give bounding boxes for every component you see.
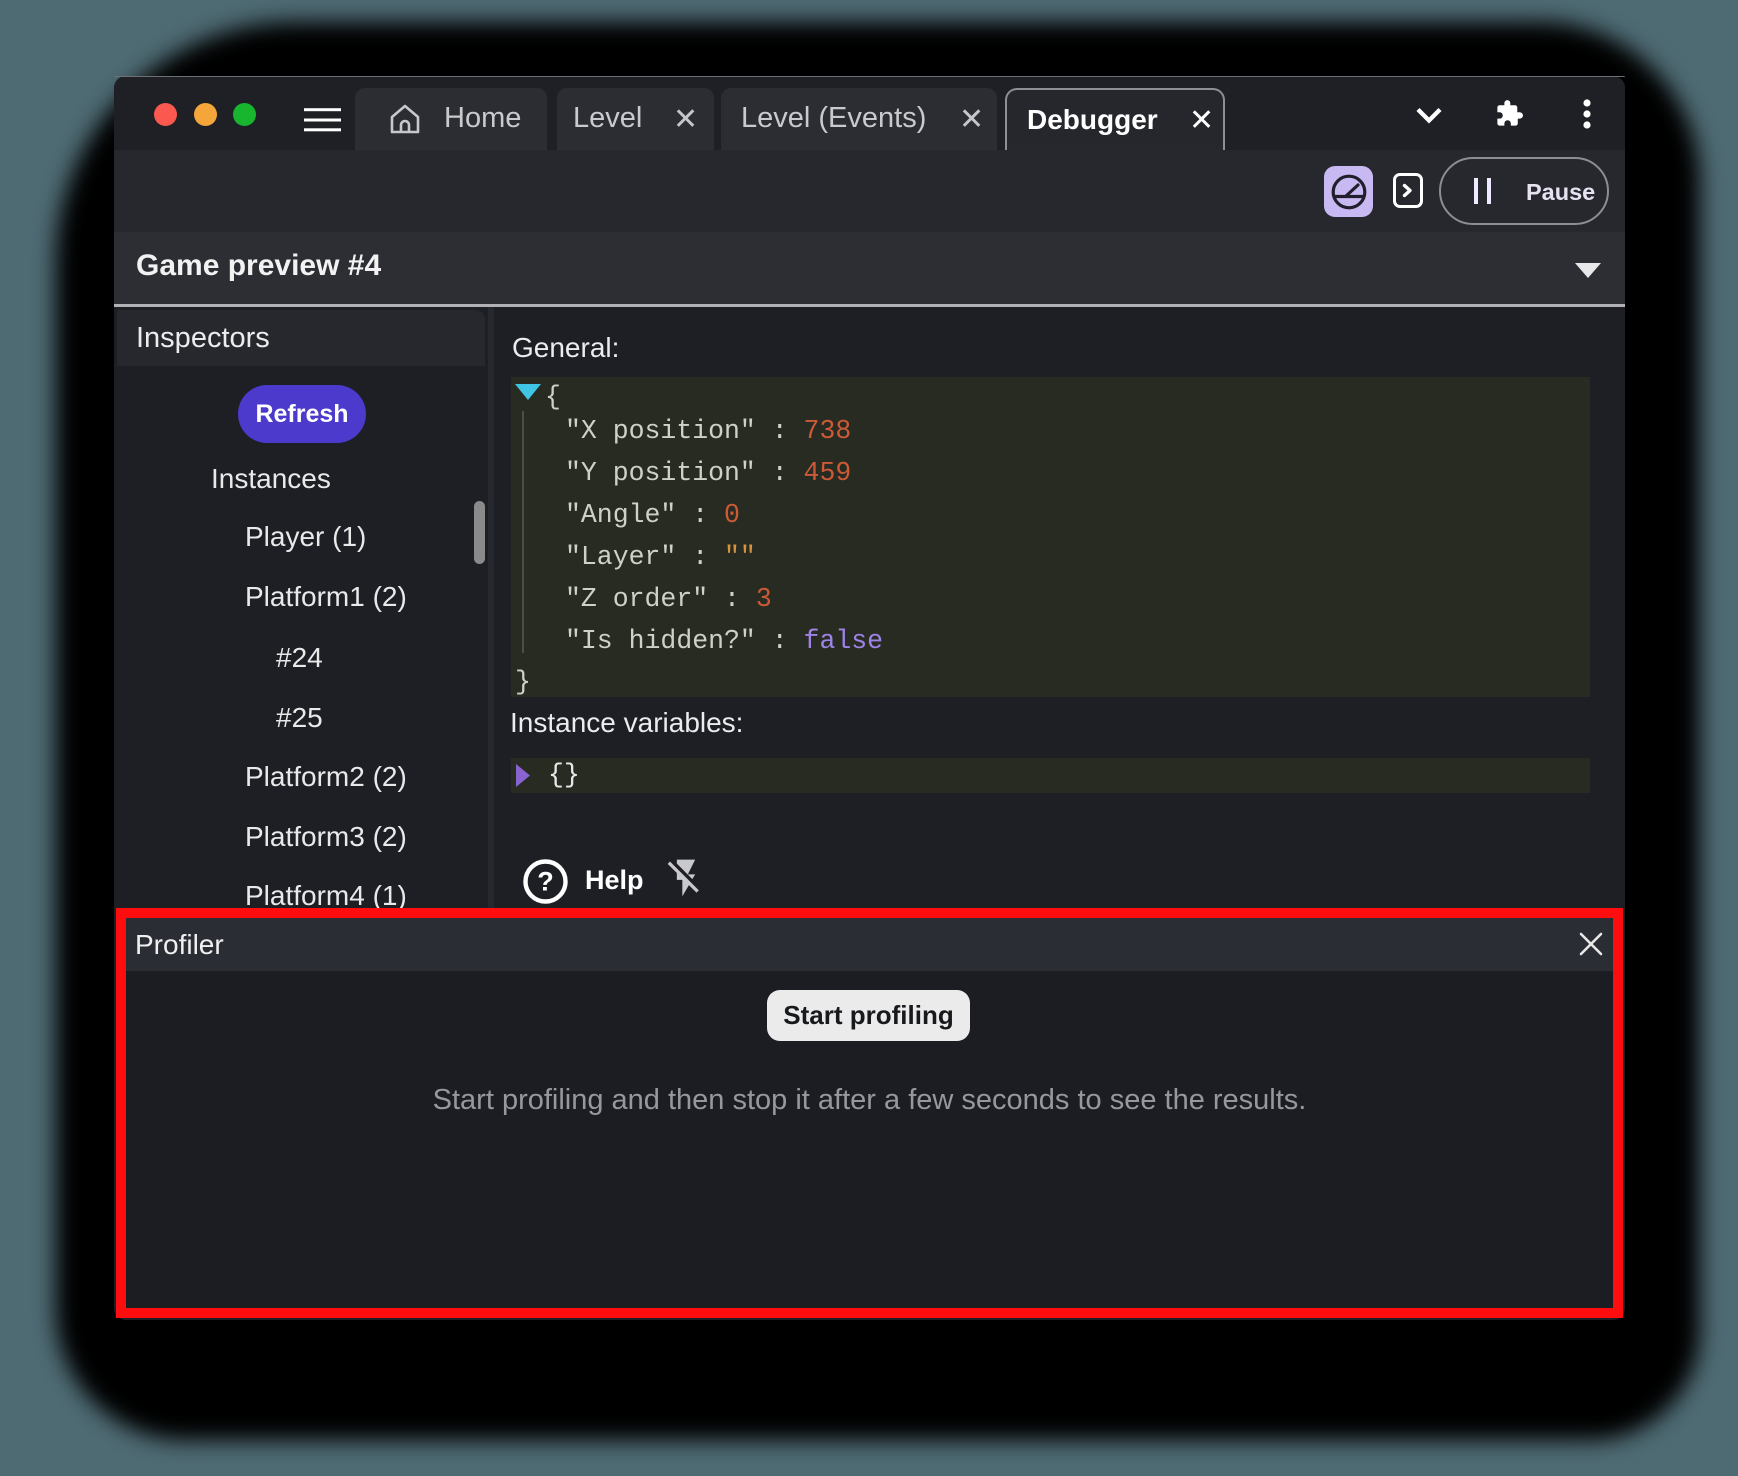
svg-text:?: ? [537, 867, 554, 897]
